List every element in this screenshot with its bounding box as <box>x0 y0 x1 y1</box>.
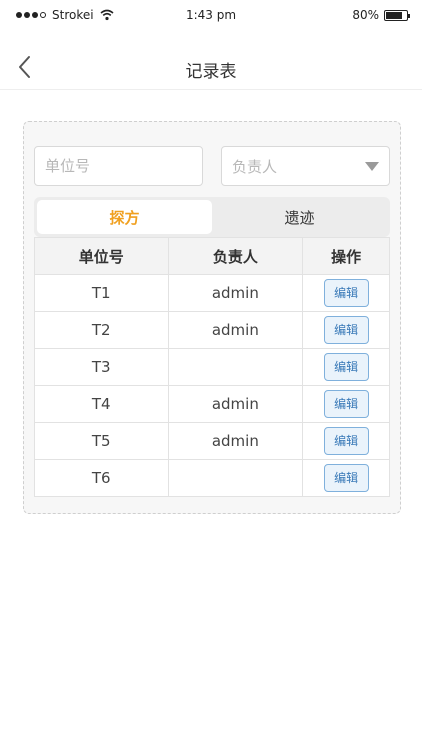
cell-action: 编辑 <box>302 348 390 386</box>
edit-button[interactable]: 编辑 <box>323 390 369 418</box>
cell-action: 编辑 <box>302 385 390 423</box>
table-row: T4 admin 编辑 <box>34 385 390 423</box>
edit-button[interactable]: 编辑 <box>323 464 369 492</box>
cell-owner: admin <box>167 422 304 460</box>
page-title: 记录表 <box>185 62 237 82</box>
battery-fill <box>386 11 402 19</box>
table-row: T6 编辑 <box>34 459 390 497</box>
record-table: 单位号 负责人 操作 T1 admin 编辑 T2 admin 编辑 T3 编辑 <box>34 237 390 497</box>
tab-features[interactable]: 遗迹 <box>212 200 387 234</box>
cell-action: 编辑 <box>302 311 390 349</box>
battery-percent: 80% <box>352 8 379 22</box>
cell-unit: T1 <box>34 274 169 312</box>
cell-unit: T4 <box>34 385 169 423</box>
cell-action: 编辑 <box>302 274 390 312</box>
tab-bar: 探方 遗迹 <box>34 197 390 237</box>
status-bar: Strokei 1:43 pm 80% <box>0 0 422 30</box>
cell-unit: T5 <box>34 422 169 460</box>
table-row: T3 编辑 <box>34 348 390 386</box>
cell-action: 编辑 <box>302 459 390 497</box>
nav-bar: 记录表 <box>0 46 422 90</box>
battery-icon <box>384 9 410 21</box>
table-row: T2 admin 编辑 <box>34 311 390 349</box>
cell-owner: admin <box>167 311 304 349</box>
table-header-row: 单位号 负责人 操作 <box>34 237 390 275</box>
owner-select-placeholder: 负责人 <box>232 157 278 176</box>
edit-button[interactable]: 编辑 <box>323 316 369 344</box>
edit-button[interactable]: 编辑 <box>323 353 369 381</box>
header-owner: 负责人 <box>167 237 304 275</box>
cell-unit: T2 <box>34 311 169 349</box>
tab-excavation-unit[interactable]: 探方 <box>37 200 212 234</box>
edit-button[interactable]: 编辑 <box>323 279 369 307</box>
caret-down-icon <box>365 161 379 171</box>
cell-owner: admin <box>167 385 304 423</box>
status-right: 80% <box>352 8 410 22</box>
cell-unit: T6 <box>34 459 169 497</box>
header-unit: 单位号 <box>34 237 169 275</box>
cell-unit: T3 <box>34 348 169 386</box>
cell-owner <box>167 348 304 386</box>
unit-number-input[interactable] <box>34 146 203 186</box>
record-card: 负责人 探方 遗迹 单位号 负责人 操作 T1 admin 编辑 T2 admi… <box>23 121 401 514</box>
table-row: T5 admin 编辑 <box>34 422 390 460</box>
owner-select[interactable]: 负责人 <box>221 146 390 186</box>
header-action: 操作 <box>302 237 390 275</box>
cell-owner: admin <box>167 274 304 312</box>
table-row: T1 admin 编辑 <box>34 274 390 312</box>
edit-button[interactable]: 编辑 <box>323 427 369 455</box>
cell-owner <box>167 459 304 497</box>
cell-action: 编辑 <box>302 422 390 460</box>
